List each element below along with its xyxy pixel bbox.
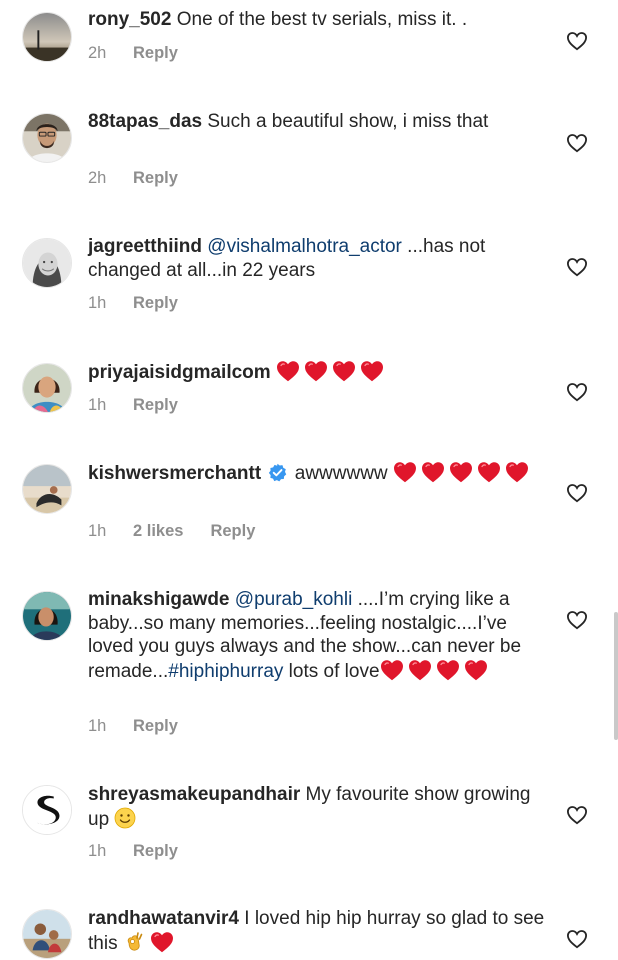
avatar[interactable] — [22, 363, 72, 413]
comment-meta: 2h Reply — [88, 169, 178, 188]
reply-button[interactable]: Reply — [133, 294, 178, 313]
avatar[interactable] — [22, 591, 72, 641]
username[interactable]: priyajaisidgmailcom — [88, 362, 271, 383]
comment-body: One of the best tv serials, miss it. . — [171, 9, 468, 30]
reply-button[interactable]: Reply — [133, 44, 178, 63]
comment-text: randhawatanvir4 I loved hip hip hurray s… — [88, 907, 548, 955]
heart-emojis — [393, 463, 529, 484]
timestamp: 1h — [88, 842, 107, 860]
like-heart-icon[interactable] — [566, 610, 588, 630]
red-heart-icon — [276, 360, 300, 382]
red-heart-icon — [332, 360, 356, 382]
username[interactable]: 88tapas_das — [88, 111, 202, 132]
reply-button[interactable]: Reply — [133, 396, 178, 415]
timestamp: 2h — [88, 44, 107, 62]
ok-hand-icon — [127, 931, 143, 951]
username[interactable]: randhawatanvir4 — [88, 908, 239, 929]
comment-body: awwwwww — [289, 463, 393, 484]
mention-link[interactable]: @vishalmalhotra_actor — [207, 236, 402, 257]
avatar[interactable] — [22, 909, 72, 959]
username[interactable]: minakshigawde — [88, 589, 230, 610]
comment-meta: 2h Reply — [88, 44, 178, 63]
red-heart-icon — [393, 461, 417, 483]
red-heart-icon — [408, 659, 432, 681]
like-heart-icon[interactable] — [566, 483, 588, 503]
comment-body-end: lots of love — [283, 660, 380, 682]
timestamp: 1h — [88, 717, 107, 735]
scrollbar[interactable] — [614, 612, 618, 740]
comment-text: jagreetthiind @vishalmalhotra_actor ...h… — [88, 235, 548, 282]
username[interactable]: jagreetthiind — [88, 236, 202, 257]
timestamp: 2h — [88, 169, 107, 187]
like-heart-icon[interactable] — [566, 257, 588, 277]
comment-text: shreyasmakeupandhair My favourite show g… — [88, 783, 548, 831]
comment-meta: 1h Reply — [88, 396, 178, 415]
hashtag-link[interactable]: #hiphiphurray — [168, 661, 283, 682]
timestamp: 1h — [88, 522, 107, 540]
red-heart-icon — [449, 461, 473, 483]
comment-text: minakshigawde @purab_kohli ....I’m cryin… — [88, 588, 548, 683]
reply-button[interactable]: Reply — [133, 842, 178, 861]
comment-meta: 1h Reply — [88, 842, 178, 861]
red-heart-icon — [505, 461, 529, 483]
like-heart-icon[interactable] — [566, 929, 588, 949]
reply-button[interactable]: Reply — [133, 717, 178, 736]
slightly-smiling-face-icon — [115, 807, 136, 828]
comment-meta: 1h Reply — [88, 294, 178, 313]
red-heart-icon — [304, 360, 328, 382]
heart-emojis — [276, 362, 384, 383]
red-heart-icon — [360, 360, 384, 382]
likes-count[interactable]: 2 likes — [133, 522, 183, 541]
avatar[interactable] — [22, 113, 72, 163]
comment-meta: 1h Reply — [88, 717, 178, 736]
red-heart-icon — [421, 461, 445, 483]
red-heart-icon — [477, 461, 501, 483]
comment-meta: 1h 2 likes Reply — [88, 522, 255, 541]
mention-link[interactable]: @purab_kohli — [235, 589, 353, 610]
avatar[interactable] — [22, 785, 72, 835]
like-heart-icon[interactable] — [566, 133, 588, 153]
red-heart-icon — [380, 659, 404, 681]
username[interactable]: kishwersmerchantt — [88, 463, 261, 484]
timestamp: 1h — [88, 294, 107, 312]
reply-button[interactable]: Reply — [133, 169, 178, 188]
username[interactable]: rony_502 — [88, 9, 171, 30]
comment-text: priyajaisidgmailcom — [88, 360, 548, 385]
like-heart-icon[interactable] — [566, 31, 588, 51]
verified-badge-icon — [269, 463, 287, 482]
comment-body: Such a beautiful show, i miss that — [202, 111, 489, 132]
avatar[interactable] — [22, 238, 72, 288]
username[interactable]: shreyasmakeupandhair — [88, 784, 300, 805]
timestamp: 1h — [88, 396, 107, 414]
avatar[interactable] — [22, 12, 72, 62]
red-heart-icon — [464, 659, 488, 681]
comment-text: 88tapas_das Such a beautiful show, i mis… — [88, 110, 548, 134]
heart-emojis — [380, 661, 488, 682]
red-heart-icon — [436, 659, 460, 681]
avatar[interactable] — [22, 464, 72, 514]
like-heart-icon[interactable] — [566, 805, 588, 825]
comment-text: kishwersmerchantt awwwwww — [88, 461, 548, 486]
comment-text: rony_502 One of the best tv serials, mis… — [88, 8, 548, 32]
red-heart-icon — [150, 931, 174, 953]
reply-button[interactable]: Reply — [210, 522, 255, 541]
like-heart-icon[interactable] — [566, 382, 588, 402]
